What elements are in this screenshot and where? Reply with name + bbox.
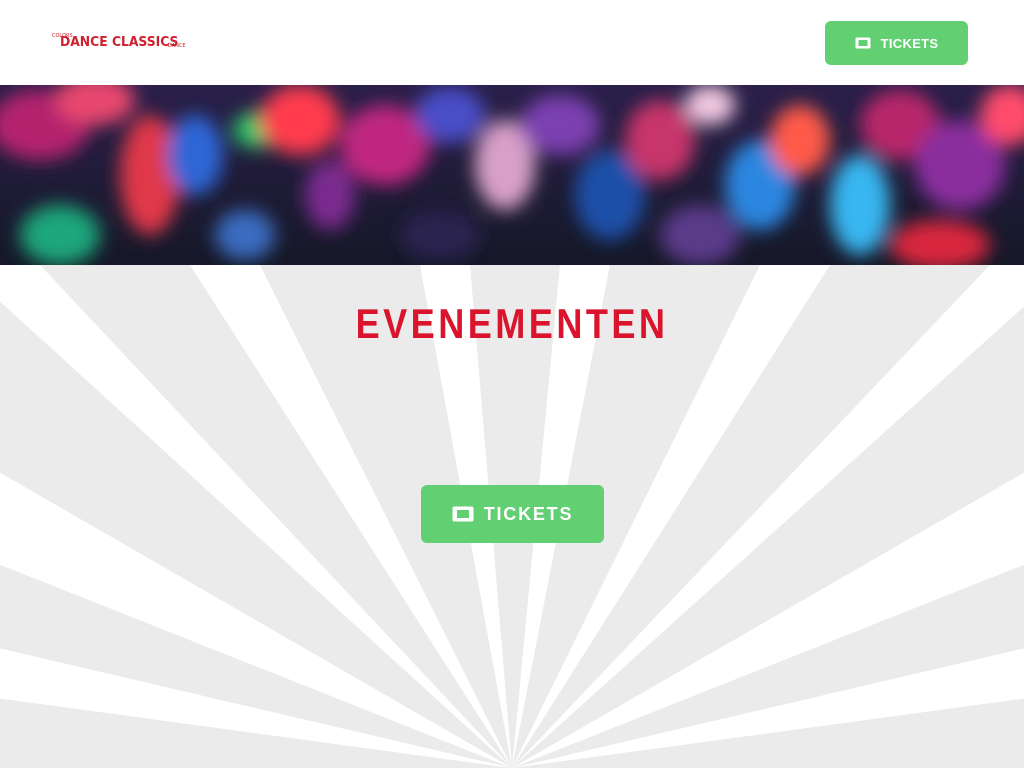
main-tickets-button[interactable]: TICKETS	[421, 485, 604, 543]
header-tickets-button[interactable]: TICKETS	[825, 21, 968, 65]
logo-bottom-text: DANCE	[168, 43, 186, 49]
header-tickets-label: TICKETS	[880, 35, 939, 51]
site-header: COLORS DANCE CLASSICS DANCE TICKETS	[0, 0, 1024, 85]
hero-image	[0, 85, 1024, 265]
ticket-icon	[855, 37, 871, 49]
main-tickets-label: TICKETS	[483, 503, 574, 524]
logo-main-text: DANCE CLASSICS	[60, 35, 179, 50]
ticket-icon	[452, 506, 474, 522]
site-logo[interactable]: COLORS DANCE CLASSICS DANCE	[52, 33, 192, 53]
page-title: EVENEMENTEN	[355, 300, 669, 347]
